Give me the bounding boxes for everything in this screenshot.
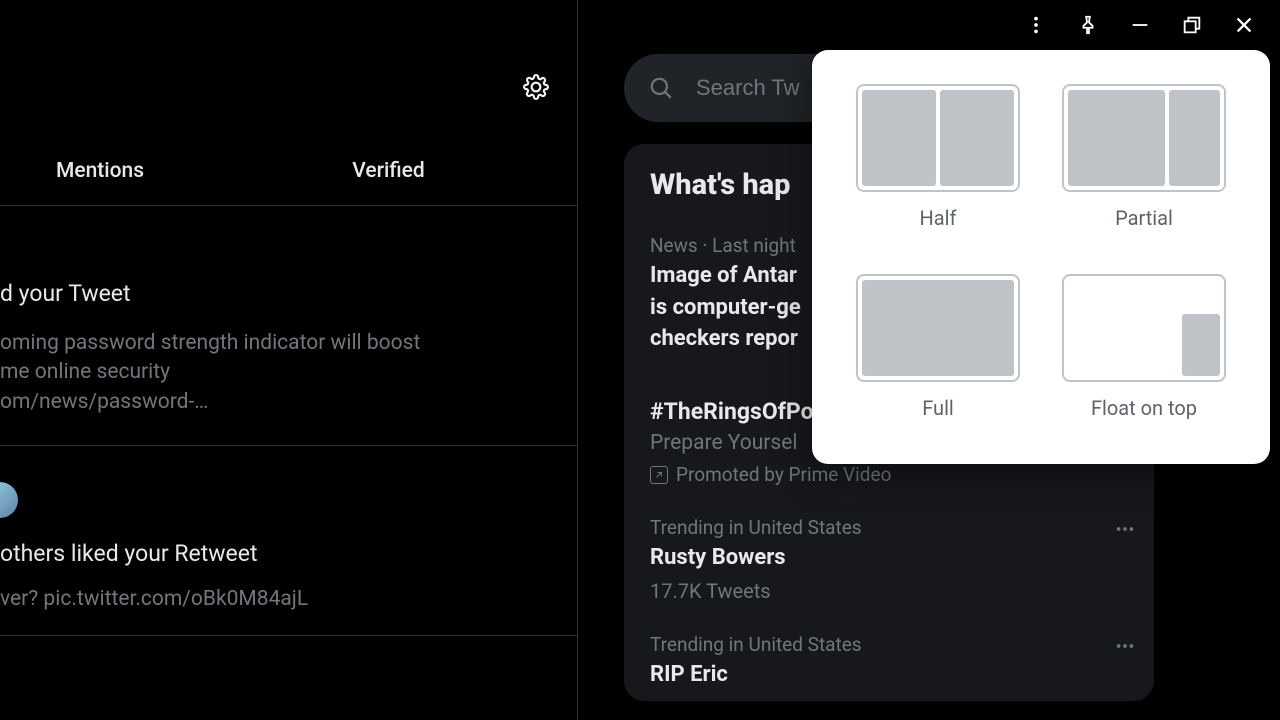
trend-meta: Trending in United States xyxy=(650,633,1128,656)
notification-body-line: me online security xyxy=(0,358,577,387)
window-layout-popover: Half Partial Full Float on top xyxy=(812,50,1270,464)
layout-preview-float xyxy=(1062,274,1226,382)
notification-body-line: oming password strength indicator will b… xyxy=(0,329,577,358)
trend-meta: Trending in United States xyxy=(650,516,1128,539)
notifications-settings-button[interactable] xyxy=(523,74,549,100)
more-horizontal-icon xyxy=(1114,518,1136,540)
search-icon xyxy=(648,75,674,101)
trend-count: 17.7K Tweets xyxy=(650,579,1128,603)
notification-body-line: om/news/password-… xyxy=(0,388,577,417)
notification-tabs: Mentions Verified xyxy=(0,148,577,206)
trend-headline: Rusty Bowers xyxy=(650,543,1128,573)
layout-label: Half xyxy=(920,206,957,230)
avatar xyxy=(0,482,18,518)
tab-verified[interactable]: Verified xyxy=(200,148,577,205)
notification-item[interactable]: d your Tweet oming password strength ind… xyxy=(0,280,577,446)
layout-preview-partial xyxy=(1062,84,1226,192)
promoted-icon xyxy=(650,466,668,484)
layout-option-half[interactable]: Half xyxy=(848,84,1028,250)
tab-mentions[interactable]: Mentions xyxy=(0,148,200,205)
trend-item[interactable]: Trending in United States RIP Eric xyxy=(624,619,1154,702)
notification-item[interactable]: others liked your Retweet ver? pic.twitt… xyxy=(0,470,577,636)
layout-label: Partial xyxy=(1115,206,1173,230)
trend-more-button[interactable] xyxy=(1114,635,1136,661)
layout-preview-full xyxy=(856,274,1020,382)
gear-icon xyxy=(523,74,549,100)
layout-option-partial[interactable]: Partial xyxy=(1054,84,1234,250)
notification-title: d your Tweet xyxy=(0,280,577,307)
more-horizontal-icon xyxy=(1114,635,1136,657)
trend-more-button[interactable] xyxy=(1114,518,1136,544)
trend-promoted-text: Promoted by Prime Video xyxy=(676,463,891,486)
layout-label: Full xyxy=(922,396,954,420)
layout-option-float[interactable]: Float on top xyxy=(1054,274,1234,440)
layout-label: Float on top xyxy=(1091,396,1197,420)
trend-headline: RIP Eric xyxy=(650,660,1128,690)
notifications-column: Mentions Verified d your Tweet oming pas… xyxy=(0,0,578,720)
layout-preview-half xyxy=(856,84,1020,192)
notification-title: others liked your Retweet xyxy=(0,540,577,567)
layout-option-full[interactable]: Full xyxy=(848,274,1028,440)
notification-body-line: ver? pic.twitter.com/oBk0M84ajL xyxy=(0,587,577,611)
trend-item[interactable]: Trending in United States Rusty Bowers 1… xyxy=(624,502,1154,619)
trend-promoted-label: Promoted by Prime Video xyxy=(650,463,1128,486)
